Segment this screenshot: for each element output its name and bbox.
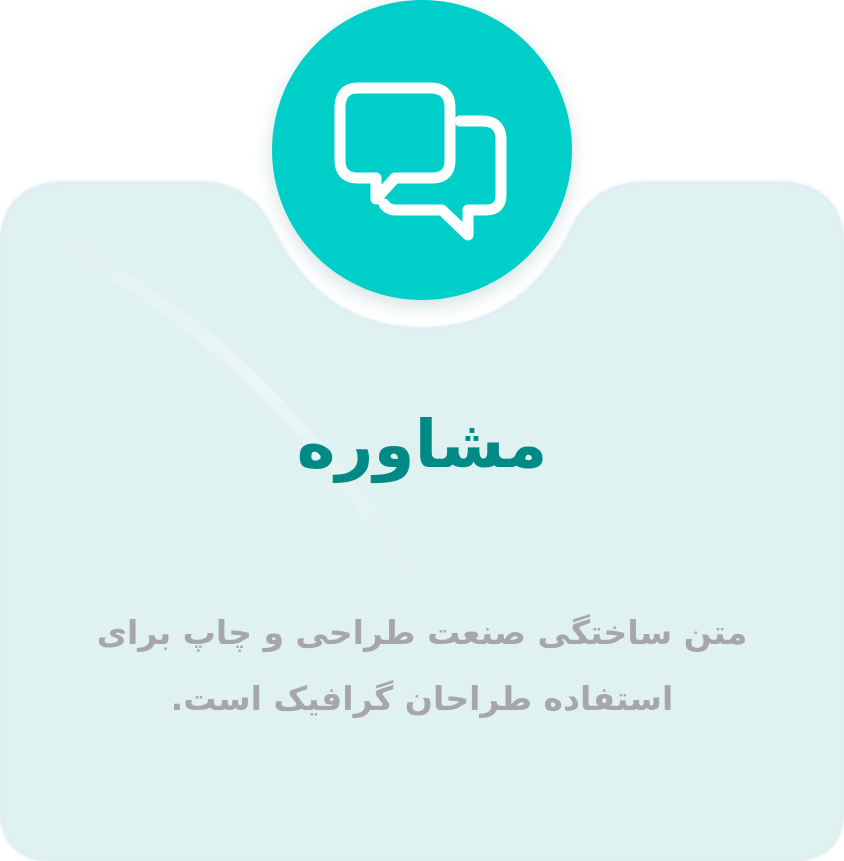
card-title: مشاوره [296,406,548,483]
chat-bubbles-icon [334,82,507,241]
icon-circle [272,0,572,300]
card-description: متن ساختگی صنعت طراحی و چاپ برای استفاده… [96,613,748,718]
service-card: مشاوره متن ساختگی صنعت طراحی و چاپ برای … [0,0,844,861]
